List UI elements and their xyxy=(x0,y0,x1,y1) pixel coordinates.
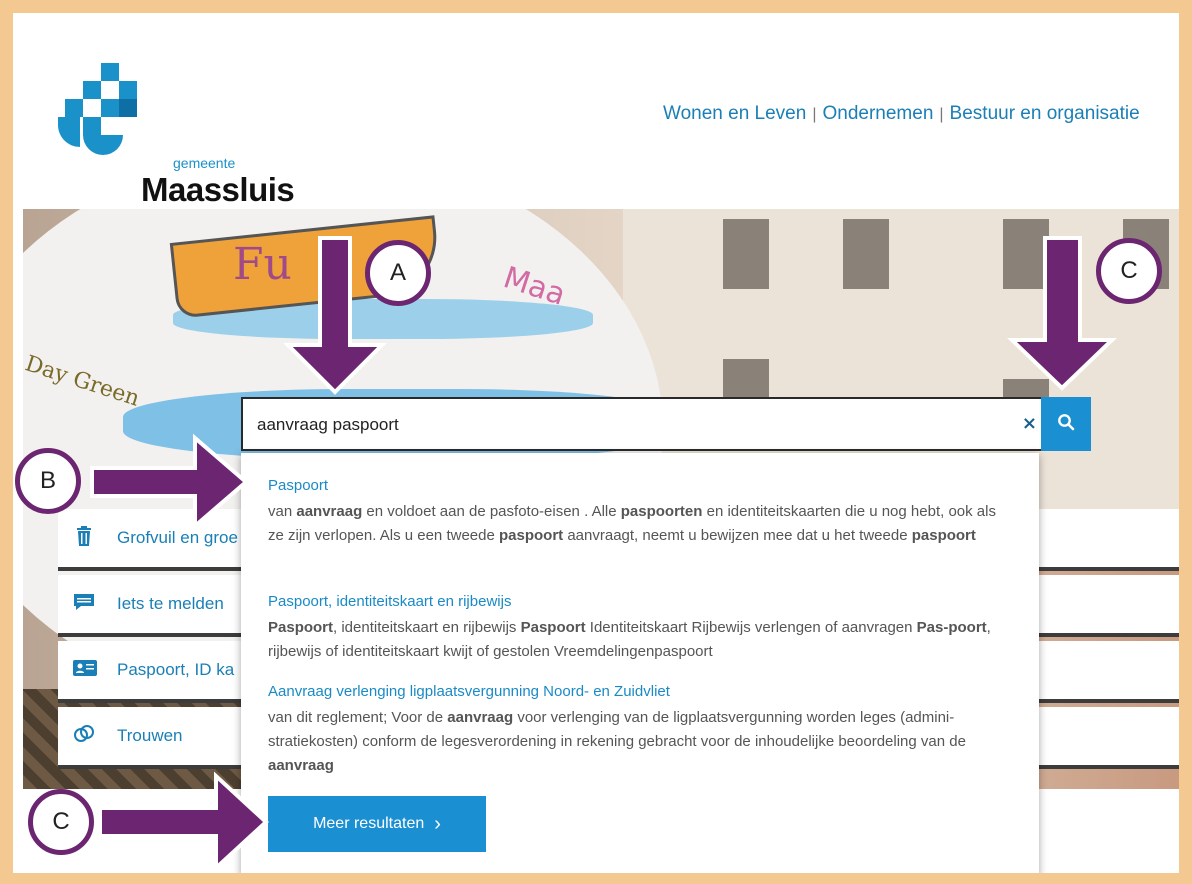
annotation-arrows xyxy=(90,236,1117,873)
annotation-label-b: B xyxy=(15,448,81,514)
arrow-b xyxy=(90,433,250,531)
annotation-label-c: C xyxy=(1096,238,1162,304)
annotation-frame: gemeente Maassluis Wonen en Leven | Ondern… xyxy=(0,0,1192,884)
annotation-label-c: C xyxy=(28,789,94,855)
arrow-c-bottom xyxy=(98,771,269,873)
annotation-label-a: A xyxy=(365,240,431,306)
